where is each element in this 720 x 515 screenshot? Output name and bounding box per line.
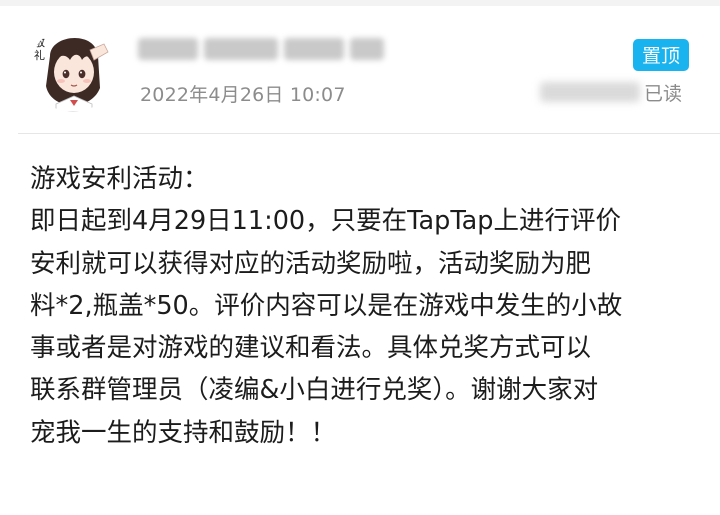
redacted-block bbox=[204, 38, 278, 60]
body-line: 事或者是对游戏的建议和看法。具体兑奖方式可以 bbox=[30, 333, 592, 364]
read-status[interactable]: 已读 bbox=[540, 78, 682, 106]
body-line: 安利就可以获得对应的活动奖励啦，活动奖励为肥 bbox=[30, 248, 592, 279]
body-line: 即日起到4月29日11:00，只要在TapTap上进行评价 bbox=[30, 206, 621, 237]
avatar-caption: 敬礼 bbox=[34, 36, 45, 62]
avatar[interactable]: 敬礼 bbox=[30, 26, 116, 112]
body-line: 联系群管理员（凌编&小白进行兑奖）。谢谢大家对 bbox=[30, 375, 599, 406]
redacted-block bbox=[284, 38, 344, 60]
post-timestamp: 2022年4月26日 10:07 bbox=[140, 84, 346, 106]
redacted-block bbox=[350, 38, 384, 60]
sender-name-redacted bbox=[138, 34, 388, 64]
post-page: 敬礼 2022年4月26日 10:07 置顶 已读 游戏安利活动： 即日起到4月… bbox=[0, 0, 720, 515]
body-line: 游戏安利活动： bbox=[30, 164, 209, 194]
redacted-read-count bbox=[540, 82, 640, 102]
pinned-badge: 置顶 bbox=[633, 39, 689, 71]
post-header: 敬礼 2022年4月26日 10:07 置顶 已读 bbox=[0, 6, 720, 132]
redacted-block bbox=[138, 38, 198, 60]
read-label: 已读 bbox=[644, 82, 683, 105]
body-line: 宠我一生的支持和鼓励！！ bbox=[30, 417, 337, 448]
post-body: 游戏安利活动： 即日起到4月29日11:00，只要在TapTap上进行评价 安利… bbox=[30, 158, 700, 454]
body-line: 料*2,瓶盖*50。评价内容可以是在游戏中发生的小故 bbox=[30, 290, 623, 321]
header-divider bbox=[18, 133, 720, 134]
